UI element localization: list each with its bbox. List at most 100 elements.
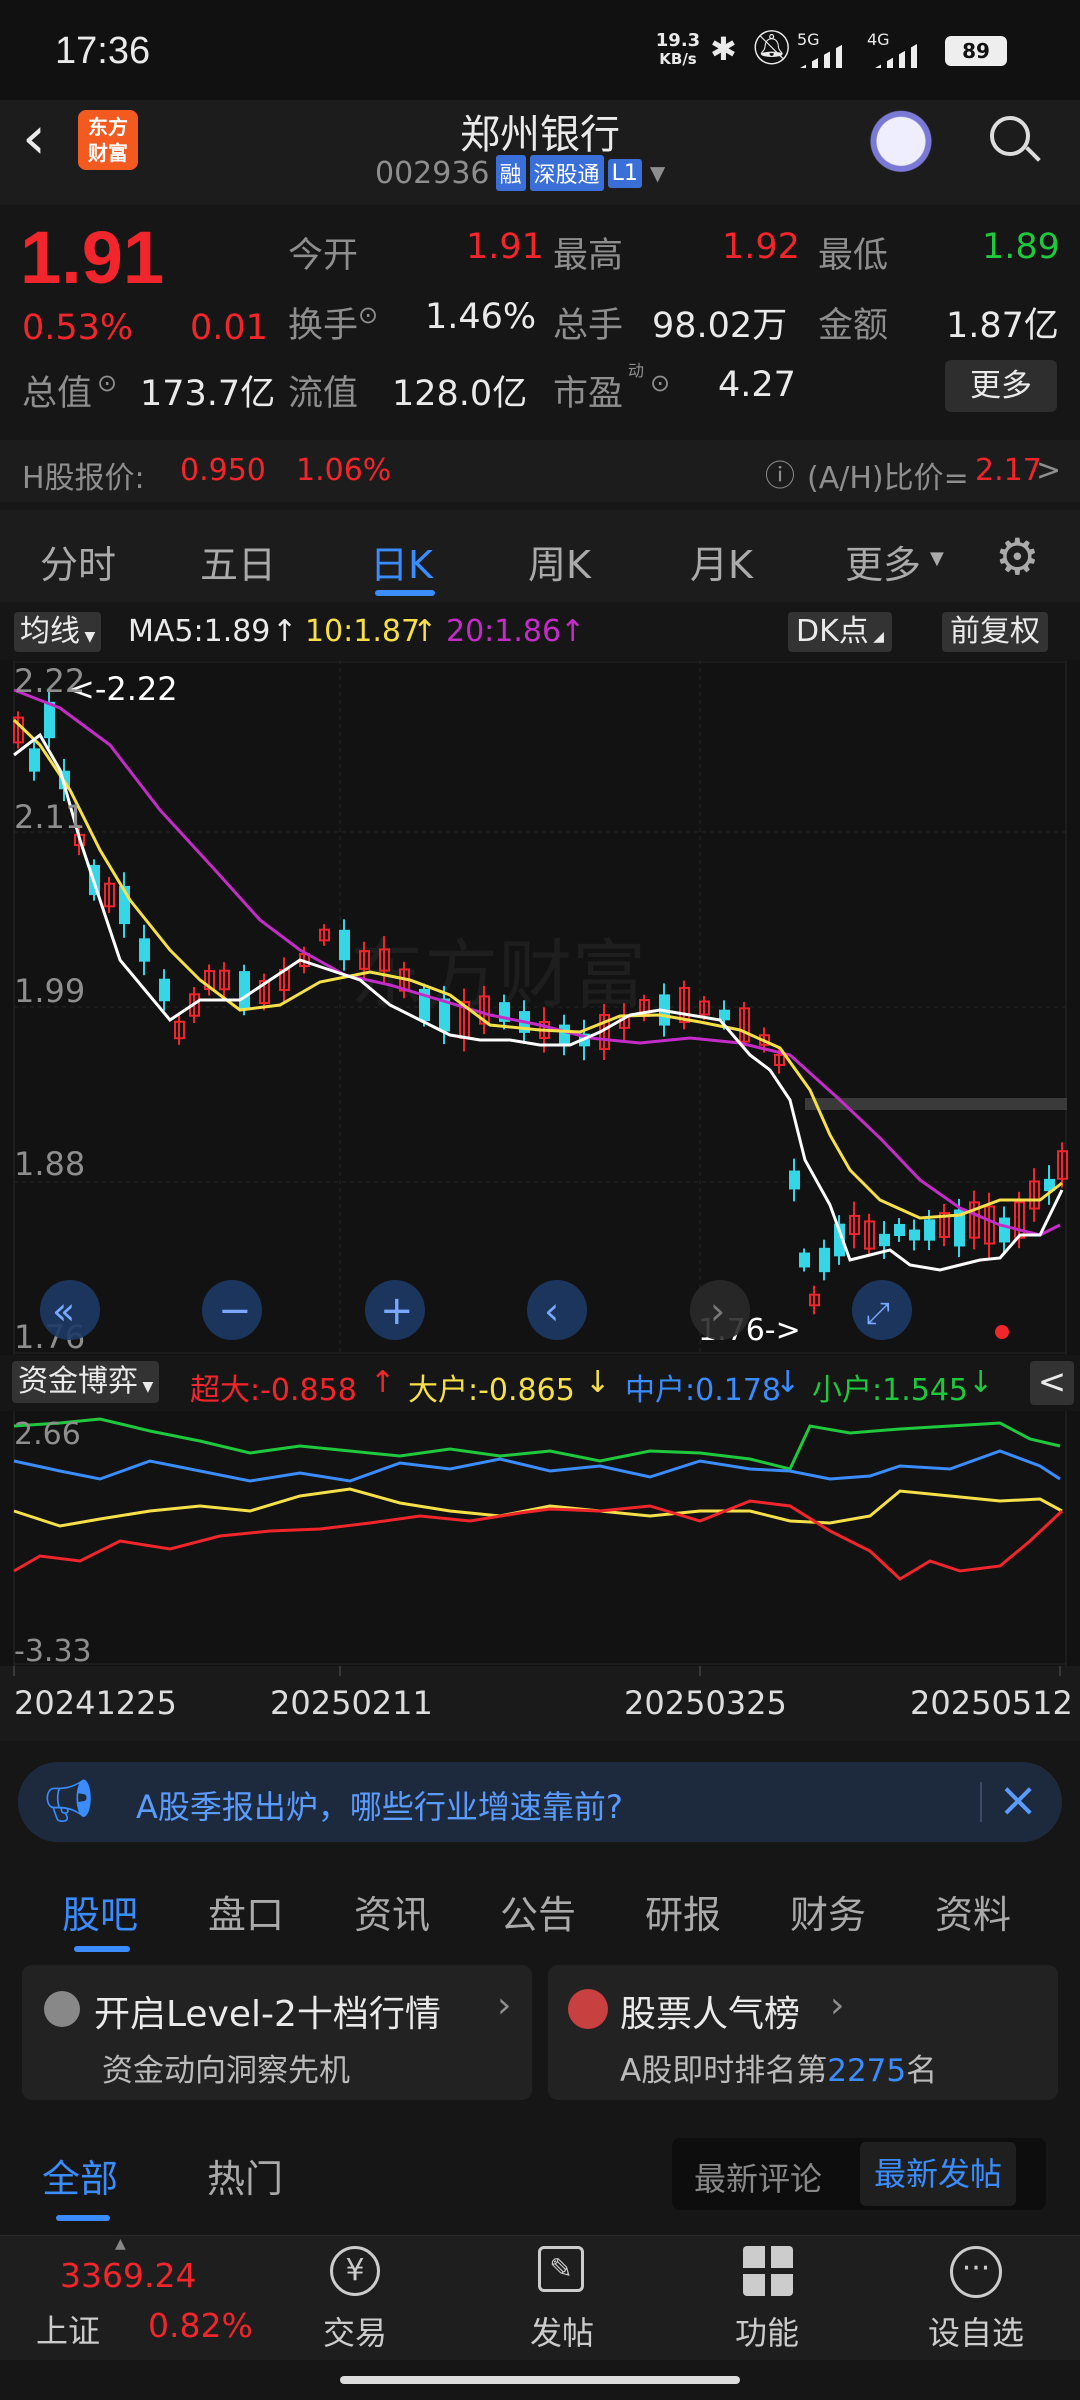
volume-label: 总手 [553,306,624,346]
tab-profile[interactable]: 资料 [935,1884,1011,1939]
tab-weekly-k[interactable]: 周K [528,534,591,589]
candle-body [239,971,250,1009]
settings-gear-icon[interactable]: ⚙ [995,528,1040,586]
info-icon[interactable]: ⊙ [358,301,378,329]
caret-down-icon: ▼ [930,548,944,569]
mid-investor-line [13,1449,1061,1483]
tab-5day[interactable]: 五日 [200,534,276,589]
level2-card[interactable]: 开启Level-2十档行情 › 资金动向洞察先机 [22,1965,532,2100]
ah-ratio-value: 2.17 [975,453,1042,488]
candle-body [339,929,350,961]
active-tab-indicator [375,590,435,596]
tab-intraday[interactable]: 分时 [40,534,116,589]
question-icon[interactable]: ⓘ [765,451,795,495]
low-value: 1.89 [982,227,1060,267]
collapse-button[interactable]: < [1030,1361,1074,1405]
small-investor-line [13,1417,1061,1471]
super-investor-line [13,1499,1064,1581]
tab-hot-posts[interactable]: 热门 [207,2148,283,2203]
flow-selector[interactable]: 资金博弈 ▼ [12,1361,160,1403]
adjust-button[interactable]: 前复权 [942,612,1048,652]
up-arrow-icon: ↑ [272,614,298,649]
pe-label: 市盈 [553,374,624,414]
pe-value: 4.27 [718,365,796,405]
index-name: 上证 [36,2312,101,2350]
tab-forum[interactable]: 股吧 [62,1884,138,1939]
candle-body [44,701,55,739]
down-arrow-icon: ↓ [968,1365,994,1400]
h-share-pct: 1.06% [296,453,392,488]
h-share-price: 0.950 [180,453,266,488]
home-indicator[interactable] [340,2376,740,2384]
mute-icon: 🔕︎ [750,28,794,68]
tab-more[interactable]: 更多 [845,534,921,589]
tab-news[interactable]: 资讯 [354,1884,430,1939]
search-icon[interactable] [990,116,1041,166]
chevron-right-icon: › [830,1985,845,2026]
status-time: 17:36 [55,30,151,72]
flow-chart-svg: 2.66 -3.33 [13,1411,1067,1666]
tab-finance[interactable]: 财务 [790,1884,866,1939]
popularity-card[interactable]: 股票人气榜 › A股即时排名第2275名 [548,1965,1058,2100]
ah-ratio-label: (A/H)比价= [807,461,969,496]
tab-orderbook[interactable]: 盘口 [208,1884,284,1939]
flow-chart[interactable]: 2.66 -3.33 [0,1411,1080,1666]
candle-body [894,1223,905,1237]
date-label-2: 20250211 [270,1684,433,1722]
volume-value: 98.02万 [652,306,788,346]
plus-icon: + [380,1288,414,1334]
nav-functions[interactable]: 功能 [735,2308,799,2354]
latest-dot [995,1325,1009,1339]
news-banner[interactable]: 📢︎ A股季报出炉，哪些行业增速靠前? × [18,1762,1062,1842]
chevron-down-icon: ▼ [649,161,666,185]
ranking-icon [568,1989,608,2029]
tab-monthly-k[interactable]: 月K [690,534,753,589]
dk-point-button[interactable]: DK点 ◢ [788,612,892,652]
nav-trade[interactable]: 交易 [323,2308,387,2354]
level2-icon [44,1991,80,2027]
info-icon[interactable]: ⊙ [650,369,670,397]
y-label-3: 1.99 [14,972,85,1010]
tab-daily-k[interactable]: 日K [370,534,433,589]
level-tag: L1 [607,158,642,188]
sort-latest-comment[interactable]: 最新评论 [694,2154,822,2200]
popularity-title: 股票人气榜 [620,1994,801,2035]
post-filter-bar: 全部 热门 最新评论 最新发帖 [0,2120,1080,2235]
tab-all-posts[interactable]: 全部 [42,2148,118,2203]
close-icon[interactable]: × [998,1772,1038,1828]
gesture-bar [0,2360,1080,2400]
battery-icon: 89 [945,36,1007,66]
open-label: 今开 [288,236,359,276]
nav-post[interactable]: 发帖 [530,2308,594,2354]
active-section-indicator [74,1946,130,1952]
tab-research[interactable]: 研报 [645,1884,721,1939]
date-axis: 20241225 20250211 20250325 20250512 [0,1666,1080,1741]
ma-bar: 均线 ▼ MA5:1.89 ↑ 10:1.87 ↑ 20:1.86 ↑ DK点 … [0,604,1080,660]
index-caret-icon: ▲ [115,2236,126,2252]
date-label-1: 20241225 [14,1684,177,1722]
candle-body [29,748,40,772]
connect-tag: 深股通 [529,155,604,191]
more-button[interactable]: 更多 [945,360,1057,412]
ma20-value: 20:1.86 [446,614,562,649]
h-share-row[interactable]: H股报价: 0.950 1.06% ⓘ (A/H)比价= 2.17 > [0,440,1080,502]
robot-assistant-icon[interactable] [864,108,938,182]
nav-add-watchlist[interactable]: 设自选 [928,2308,1024,2354]
level2-subtitle: 资金动向洞察先机 [102,2053,350,2089]
status-bar: 17:36 19.3 KB/s ✱ 🔕︎ 5G 4G 89 [0,0,1080,100]
candle-body [879,1233,890,1247]
flow-y-bottom: -3.33 [14,1634,92,1666]
index-value[interactable]: 3369.24 [60,2256,196,2295]
y-label-2: 2.11 [14,798,85,836]
y-label-1: 2.22 [14,662,85,700]
level2-title: 开启Level-2十档行情 [94,1994,441,2035]
k-chart[interactable]: 东方财富 <-2.22 1.76-> 2.22 2.11 1.99 1.88 1… [0,660,1080,1355]
sort-latest-post[interactable]: 最新发帖 [860,2142,1017,2206]
pe-sup: 动 [628,361,645,380]
info-icon[interactable]: ⊙ [97,369,117,397]
tab-announcements[interactable]: 公告 [500,1884,576,1939]
signal-5g-label: 5G [797,30,820,49]
bottom-nav: ▲ 3369.24 上证 0.82% ¥ 交易 ✎ 发帖 功能 ··· 设自选 [0,2235,1080,2360]
stock-code-row[interactable]: 002936 融 深股通 L1 ▼ [375,155,665,191]
ma-selector[interactable]: 均线 ▼ [14,612,102,652]
